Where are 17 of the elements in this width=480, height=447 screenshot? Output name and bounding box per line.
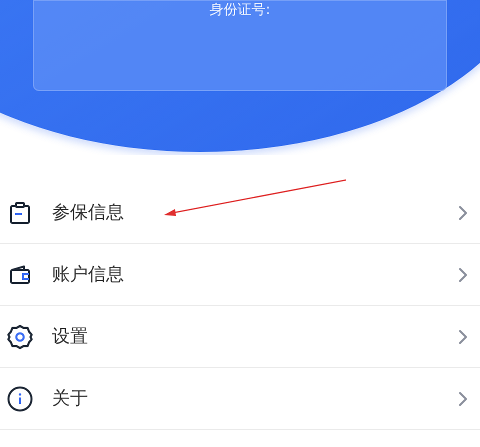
wallet-icon	[9, 264, 31, 284]
info-icon	[7, 386, 33, 412]
menu-label: 参保信息	[52, 201, 124, 225]
chevron-icon	[458, 328, 468, 344]
menu-item[interactable]: 设置	[0, 306, 480, 368]
id-number-label: 身份证号:	[210, 3, 270, 20]
menu-label: 设置	[52, 325, 88, 349]
chevron-icon	[458, 390, 468, 406]
menu-label: 账户信息	[52, 263, 124, 287]
chevron-icon	[458, 204, 468, 220]
clipboard-icon	[9, 200, 31, 224]
chevron-icon	[458, 266, 468, 282]
menu-item[interactable]: 参保信息	[0, 182, 480, 244]
menu-item[interactable]: 账户信息	[0, 244, 480, 306]
settings-icon	[6, 322, 34, 350]
menu-item[interactable]: 关于	[0, 368, 480, 430]
menu-label: 关于	[52, 387, 88, 411]
